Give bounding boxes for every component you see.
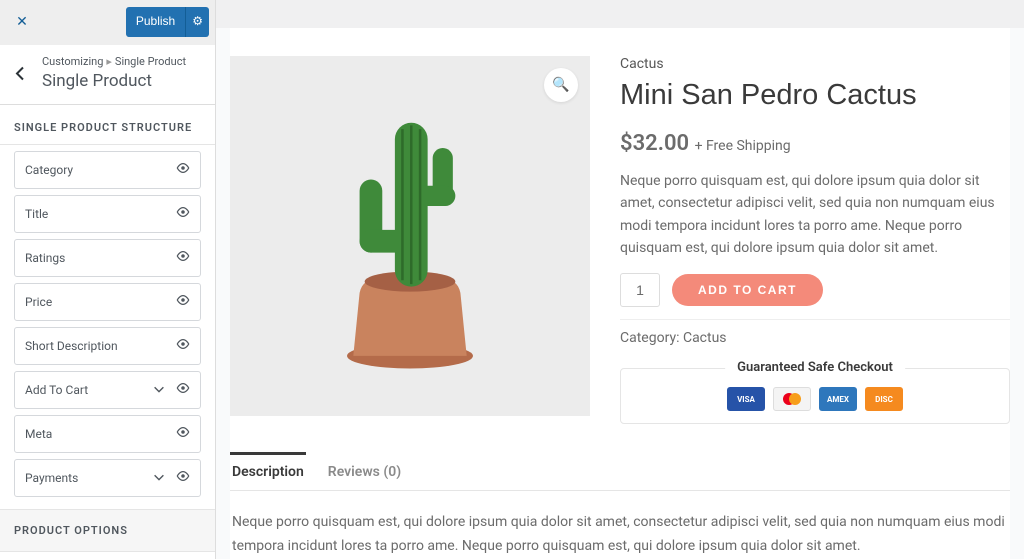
safe-checkout-label: Guaranteed Safe Checkout — [725, 360, 905, 375]
payment-icon-disc: DISC — [865, 387, 903, 411]
publish-button[interactable]: Publish — [126, 7, 185, 37]
product-title: Mini San Pedro Cactus — [620, 78, 1010, 113]
structure-item-payments[interactable]: Payments — [14, 459, 201, 497]
publish-area: Publish ⚙ — [44, 7, 215, 37]
back-button[interactable] — [8, 65, 32, 84]
structure-item-label: Category — [25, 163, 73, 177]
tab-description-content: Neque porro quisquam est, qui dolore ips… — [230, 491, 1010, 559]
add-to-cart-button[interactable]: ADD TO CART — [672, 274, 823, 306]
structure-item-short-description[interactable]: Short Description — [14, 327, 201, 365]
meta-category-link[interactable]: Cactus — [683, 330, 727, 346]
zoom-button[interactable]: 🔍 — [544, 68, 578, 102]
payment-icon-visa: VISA — [727, 387, 765, 411]
structure-item-label: Ratings — [25, 251, 65, 265]
structure-item-label: Title — [25, 207, 48, 221]
cart-row: ADD TO CART — [620, 273, 1010, 307]
structure-item-meta[interactable]: Meta — [14, 415, 201, 453]
visibility-toggle-icon[interactable] — [176, 381, 190, 399]
breadcrumb-section: Single Product — [115, 55, 186, 68]
structure-list: Category Title Ratings Price Short Descripti… — [0, 145, 215, 509]
shipping-label: + Free Shipping — [695, 138, 791, 154]
structure-item-title[interactable]: Title — [14, 195, 201, 233]
cactus-illustration — [284, 67, 536, 405]
visibility-toggle-icon[interactable] — [176, 249, 190, 267]
visibility-toggle-icon[interactable] — [176, 161, 190, 179]
chevron-left-icon — [15, 66, 25, 80]
visibility-toggle-icon[interactable] — [176, 205, 190, 223]
quantity-input[interactable] — [620, 273, 660, 307]
enable-breadcrumb-row: Enable Breadcrumb — [0, 552, 215, 559]
preview-pane: 🔍 Cactus Mini San Pe — [216, 0, 1024, 559]
currency-symbol: $ — [620, 131, 633, 156]
breadcrumb-root: Customizing — [42, 55, 103, 68]
tab-reviews[interactable]: Reviews (0) — [326, 454, 403, 490]
price-value: 32.00 — [633, 131, 690, 156]
structure-item-category[interactable]: Category — [14, 151, 201, 189]
structure-item-label: Price — [25, 295, 52, 309]
product-options-heading: PRODUCT OPTIONS — [0, 509, 215, 552]
safe-checkout-box: Guaranteed Safe Checkout VISAAMEXDISC — [620, 368, 1010, 424]
structure-item-label: Add To Cart — [25, 383, 88, 397]
product-price: $32.00 + Free Shipping — [620, 131, 1010, 156]
structure-item-price[interactable]: Price — [14, 283, 201, 321]
breadcrumb: Customizing▸Single Product — [42, 55, 186, 68]
product-tabs: Description Reviews (0) — [230, 454, 1010, 491]
product-meta: Category: Cactus — [620, 319, 1010, 356]
publish-settings-button[interactable]: ⚙ — [185, 7, 209, 37]
structure-item-ratings[interactable]: Ratings — [14, 239, 201, 277]
tab-description[interactable]: Description — [230, 454, 306, 490]
payment-icon-amex: AMEX — [819, 387, 857, 411]
structure-item-label: Meta — [25, 427, 52, 441]
product-image: 🔍 — [230, 56, 590, 416]
structure-item-label: Short Description — [25, 339, 118, 353]
product-category-link[interactable]: Cactus — [620, 56, 1010, 72]
product-info: Cactus Mini San Pedro Cactus $32.00 + Fr… — [620, 56, 1010, 424]
gear-icon: ⚙ — [192, 14, 203, 28]
sidebar-header: ✕ Publish ⚙ — [0, 0, 215, 44]
payment-icons-row: VISA AMEX DISC — [633, 387, 997, 411]
chevron-down-icon[interactable] — [152, 382, 166, 399]
payment-icon-mc — [773, 387, 811, 411]
structure-item-label: Payments — [25, 471, 78, 485]
customizer-breadcrumb-panel: Customizing▸Single Product Single Produc… — [0, 45, 215, 105]
visibility-toggle-icon[interactable] — [176, 293, 190, 311]
short-description: Neque porro quisquam est, qui dolore ips… — [620, 170, 1010, 260]
chevron-down-icon[interactable] — [152, 470, 166, 487]
close-customizer-button[interactable]: ✕ — [0, 0, 44, 44]
meta-label: Category: — [620, 330, 679, 346]
visibility-toggle-icon[interactable] — [176, 337, 190, 355]
customizer-sidebar: ✕ Publish ⚙ Customizing▸Single Product S… — [0, 0, 216, 559]
structure-heading: SINGLE PRODUCT STRUCTURE — [0, 105, 215, 145]
panel-title: Single Product — [42, 70, 186, 92]
zoom-icon: 🔍 — [552, 77, 569, 93]
visibility-toggle-icon[interactable] — [176, 425, 190, 443]
visibility-toggle-icon[interactable] — [176, 469, 190, 487]
structure-item-add-to-cart[interactable]: Add To Cart — [14, 371, 201, 409]
